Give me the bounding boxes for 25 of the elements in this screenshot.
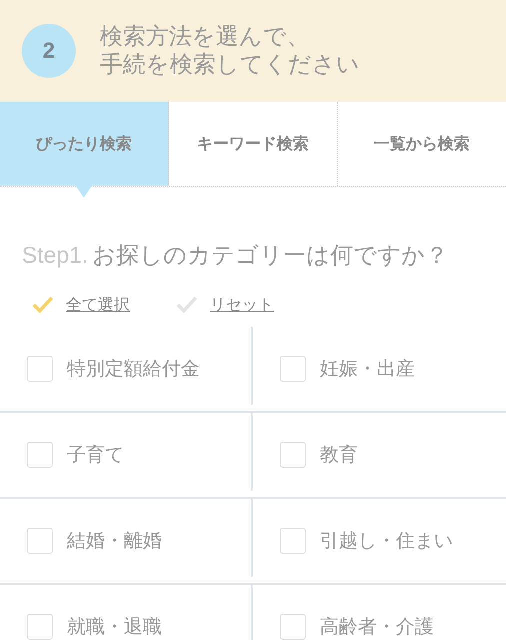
category-label: 高齢者・介護: [320, 615, 434, 640]
category-label: 妊娠・出産: [320, 357, 415, 382]
check-icon: [176, 296, 198, 314]
category-label: 就職・退職: [67, 615, 162, 640]
category-checkbox[interactable]: [27, 528, 53, 554]
header-title: 検索方法を選んで、: [100, 23, 311, 51]
category-label: 引越し・住まい: [320, 529, 453, 554]
action-link[interactable]: リセット: [176, 280, 274, 329]
category-checkbox[interactable]: [27, 356, 53, 382]
category-label: 教育: [320, 443, 358, 468]
category-checkbox[interactable]: [280, 614, 306, 640]
action-link[interactable]: 全て選択: [32, 280, 130, 329]
category-label: 結婚・離婚: [67, 529, 162, 554]
category-checkbox[interactable]: [27, 614, 53, 640]
category-label: 特別定額給付金: [67, 357, 200, 382]
category-checkbox[interactable]: [280, 528, 306, 554]
header-title: 手続を検索してください: [100, 51, 360, 79]
category-label: 子育て: [67, 443, 124, 468]
step-number-circle: 2: [22, 24, 76, 78]
tab-pointer-icon: [76, 186, 92, 198]
category-checkbox[interactable]: [280, 442, 306, 468]
category-checkbox[interactable]: [280, 356, 306, 382]
question-text: お探しのカテゴリーは何ですか？: [92, 243, 448, 269]
category-checkbox[interactable]: [27, 442, 53, 468]
check-icon: [32, 296, 54, 314]
